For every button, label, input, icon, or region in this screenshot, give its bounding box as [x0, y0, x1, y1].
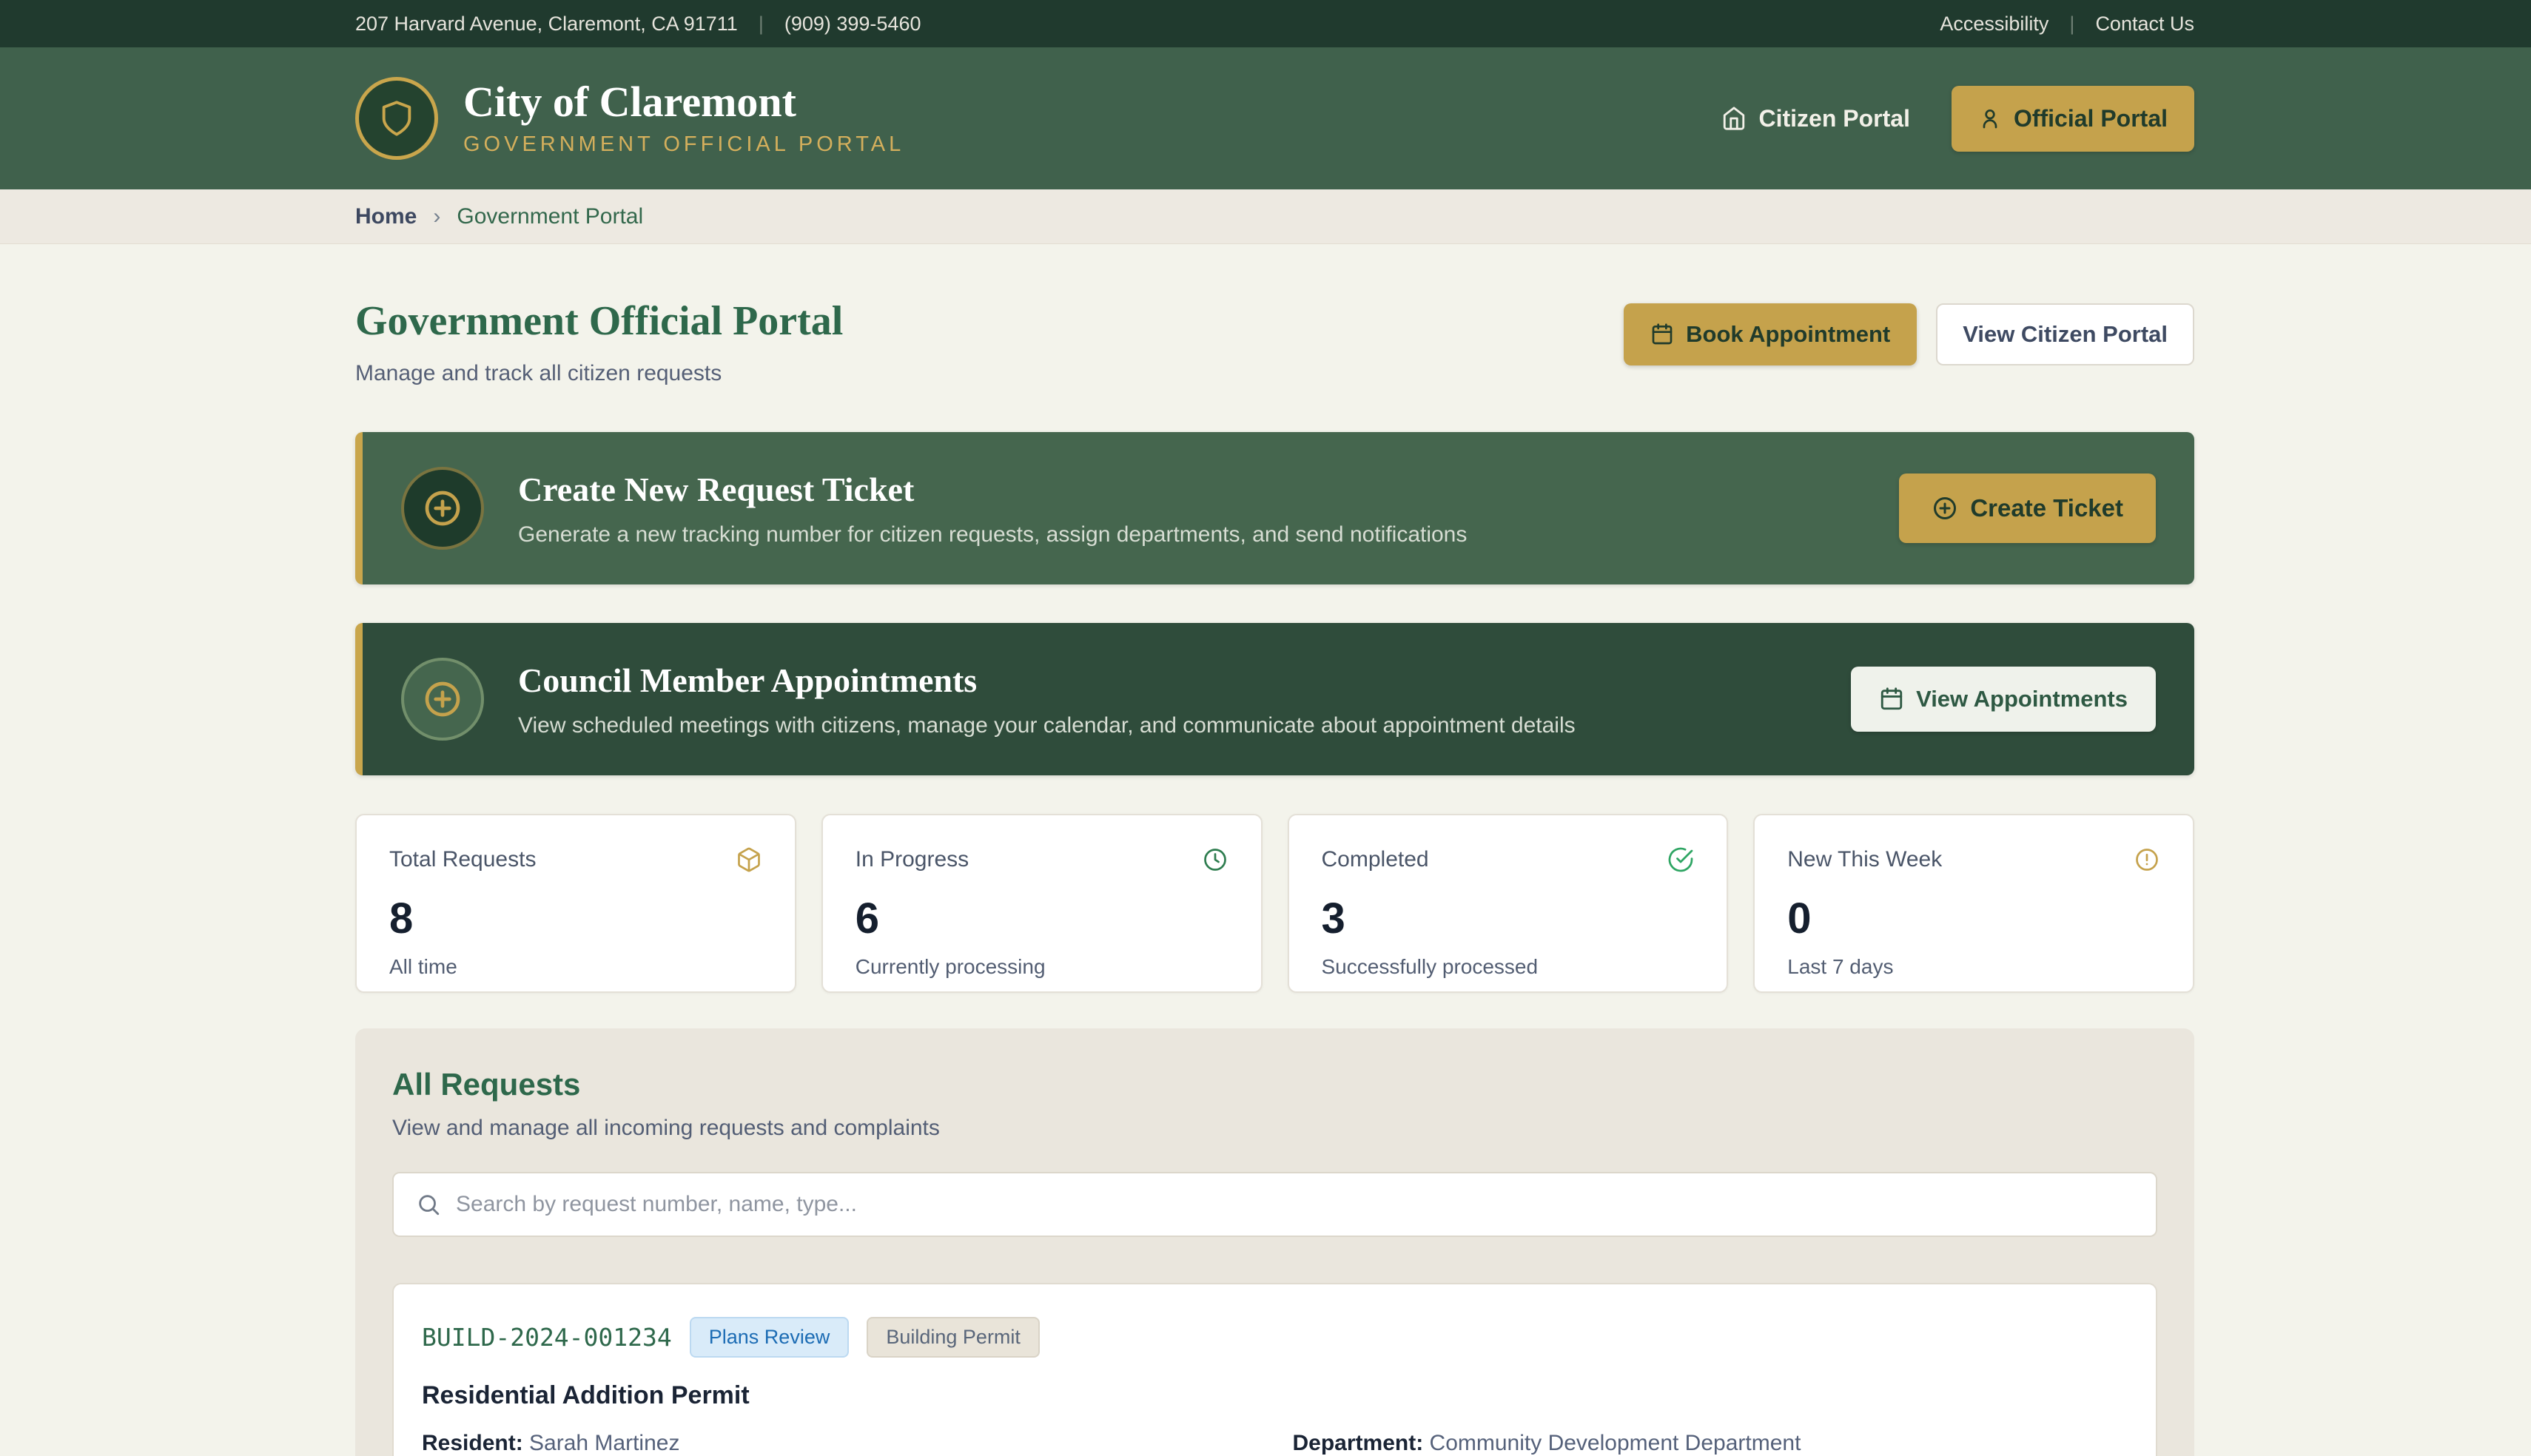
stat-sublabel: Currently processing — [856, 955, 1228, 979]
stat-card-completed: Completed 3 Successfully processed — [1288, 814, 1729, 993]
check-circle-icon — [1667, 846, 1694, 873]
stat-value: 0 — [1787, 894, 2160, 943]
stat-label: In Progress — [856, 847, 969, 872]
city-phone: (909) 399-5460 — [784, 13, 921, 36]
view-citizen-portal-button[interactable]: View Citizen Portal — [1936, 303, 2194, 365]
appointments-badge — [401, 658, 484, 741]
city-title: City of Claremont — [463, 80, 904, 125]
search-icon — [416, 1192, 441, 1217]
breadcrumb-separator: › — [433, 204, 440, 229]
plus-circle-icon — [422, 678, 463, 720]
stat-sublabel: All time — [389, 955, 762, 979]
appointments-description: View scheduled meetings with citizens, m… — [518, 713, 1576, 738]
plus-circle-icon — [422, 488, 463, 529]
all-requests-title: All Requests — [392, 1067, 2157, 1102]
create-ticket-badge — [401, 467, 484, 550]
citizen-portal-link[interactable]: Citizen Portal — [1721, 105, 1909, 132]
stat-card-total-requests: Total Requests 8 All time — [355, 814, 796, 993]
stat-card-new-this-week: New This Week 0 Last 7 days — [1753, 814, 2194, 993]
top-utility-bar: 207 Harvard Avenue, Claremont, CA 91711 … — [0, 0, 2531, 47]
breadcrumb-bar: Home › Government Portal — [0, 189, 2531, 244]
clock-icon — [1202, 846, 1228, 873]
stat-value: 8 — [389, 894, 762, 943]
request-card[interactable]: BUILD-2024-001234 Plans Review Building … — [392, 1283, 2157, 1456]
city-logo — [355, 77, 438, 160]
stat-card-in-progress: In Progress 6 Currently processing — [821, 814, 1263, 993]
request-department-field: Department: Community Development Depart… — [1293, 1431, 2128, 1456]
breadcrumb-current: Government Portal — [457, 204, 643, 229]
stat-label: Total Requests — [389, 847, 536, 872]
create-ticket-banner: Create New Request Ticket Generate a new… — [355, 432, 2194, 584]
alert-circle-icon — [2134, 846, 2160, 873]
accessibility-link[interactable]: Accessibility — [1940, 13, 2048, 36]
request-title: Residential Addition Permit — [422, 1381, 2128, 1410]
stat-value: 3 — [1322, 894, 1695, 943]
package-icon — [736, 846, 762, 873]
stats-row: Total Requests 8 All time In Progress — [355, 814, 2194, 993]
calendar-icon — [1650, 323, 1674, 346]
official-portal-button[interactable]: Official Portal — [1952, 86, 2194, 152]
stat-label: New This Week — [1787, 847, 1942, 872]
all-requests-panel: All Requests View and manage all incomin… — [355, 1028, 2194, 1456]
breadcrumb: Home › Government Portal — [0, 204, 980, 229]
status-badge: Plans Review — [690, 1317, 850, 1358]
council-appointments-banner: Council Member Appointments View schedul… — [355, 623, 2194, 775]
appointments-title: Council Member Appointments — [518, 661, 1576, 700]
stat-value: 6 — [856, 894, 1228, 943]
stat-sublabel: Successfully processed — [1322, 955, 1695, 979]
type-badge: Building Permit — [867, 1317, 1040, 1358]
contact-us-link[interactable]: Contact Us — [2095, 13, 2194, 36]
request-id: BUILD-2024-001234 — [422, 1323, 672, 1352]
search-input[interactable] — [456, 1192, 2134, 1217]
create-ticket-description: Generate a new tracking number for citiz… — [518, 522, 1467, 547]
create-ticket-button[interactable]: Create Ticket — [1899, 473, 2156, 543]
view-appointments-button[interactable]: View Appointments — [1851, 667, 2156, 732]
plus-circle-icon — [1932, 495, 1958, 522]
book-appointment-button[interactable]: Book Appointment — [1624, 303, 1917, 365]
page-subtitle: Manage and track all citizen requests — [355, 361, 843, 386]
portal-tagline: GOVERNMENT OFFICIAL PORTAL — [463, 132, 904, 157]
breadcrumb-home-link[interactable]: Home — [355, 204, 417, 229]
search-bar — [392, 1172, 2157, 1237]
create-ticket-title: Create New Request Ticket — [518, 470, 1467, 509]
brand: City of Claremont GOVERNMENT OFFICIAL PO… — [355, 77, 904, 160]
page-title: Government Official Portal — [355, 297, 843, 345]
all-requests-subtitle: View and manage all incoming requests an… — [392, 1116, 2157, 1141]
request-resident-field: Resident: Sarah Martinez — [422, 1431, 1257, 1456]
stat-label: Completed — [1322, 847, 1429, 872]
shield-icon — [377, 99, 416, 138]
city-address: 207 Harvard Avenue, Claremont, CA 91711 — [355, 13, 738, 36]
topbar-divider: | — [759, 13, 764, 36]
site-header: City of Claremont GOVERNMENT OFFICIAL PO… — [0, 47, 2531, 189]
topbar-links-divider: | — [2069, 13, 2074, 36]
user-icon — [1978, 107, 2002, 130]
stat-sublabel: Last 7 days — [1787, 955, 2160, 979]
calendar-icon — [1879, 687, 1904, 712]
home-icon — [1721, 106, 1747, 131]
